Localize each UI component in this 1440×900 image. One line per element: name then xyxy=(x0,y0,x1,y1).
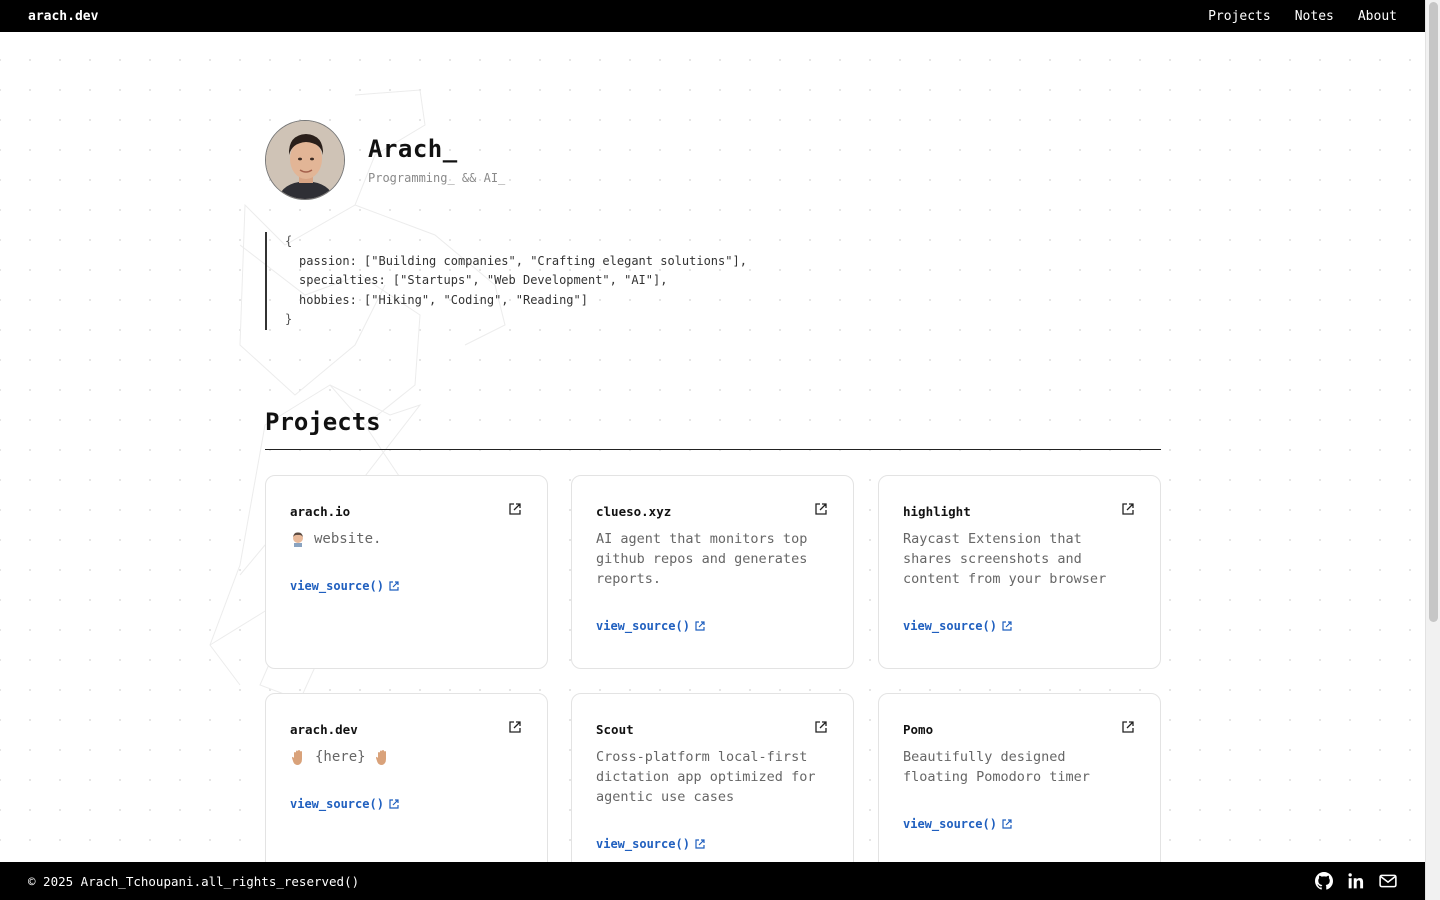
nav-link-projects[interactable]: Projects xyxy=(1208,9,1271,24)
external-link-icon xyxy=(1002,819,1012,829)
scrollbar-thumb[interactable] xyxy=(1429,2,1438,622)
avatar-portrait-icon xyxy=(266,121,344,199)
external-link-icon[interactable] xyxy=(815,721,827,733)
project-title[interactable]: Scout xyxy=(596,722,634,737)
external-link-icon[interactable] xyxy=(1122,503,1134,515)
view-source-label: view_source() xyxy=(290,579,384,593)
external-link-icon xyxy=(389,581,399,591)
project-card-arach-io[interactable]: arach.io website. view_source() xyxy=(265,475,548,669)
raised-hand-icon xyxy=(375,749,386,765)
copyright-text: © 2025 Arach_Tchoupani.all_rights_reserv… xyxy=(28,873,360,889)
view-source-link[interactable]: view_source() xyxy=(596,837,705,851)
nav-links: Projects Notes About xyxy=(1208,9,1397,24)
code-open-brace: { xyxy=(285,234,293,248)
github-icon[interactable] xyxy=(1315,872,1333,890)
external-link-icon[interactable] xyxy=(1122,721,1134,733)
profile-tagline: Programming_ && AI_ xyxy=(368,171,506,185)
project-description: Cross-platform local-first dictation app… xyxy=(596,749,816,805)
code-line-hobbies: hobbies: ["Hiking", "Coding", "Reading"] xyxy=(299,292,588,307)
view-source-label: view_source() xyxy=(903,619,997,633)
avatar xyxy=(265,120,345,200)
code-line-specialties: specialties: ["Startups", "Web Developme… xyxy=(299,273,668,287)
project-title[interactable]: clueso.xyz xyxy=(596,504,671,519)
project-description: website. xyxy=(314,531,382,547)
profile-header: Arach_ Programming_ && AI_ xyxy=(265,120,505,200)
external-link-icon xyxy=(1002,621,1012,631)
view-source-link[interactable]: view_source() xyxy=(903,817,1012,831)
site-logo[interactable]: arach.dev xyxy=(28,9,98,24)
social-links xyxy=(1315,872,1397,890)
external-link-icon xyxy=(695,839,705,849)
profile-name: Arach_ xyxy=(368,135,458,163)
view-source-label: view_source() xyxy=(596,619,690,633)
person-avatar-icon xyxy=(293,532,303,547)
project-description: Raycast Extension that shares screenshot… xyxy=(903,531,1107,587)
page-scrollbar[interactable] xyxy=(1425,0,1440,900)
project-title[interactable]: arach.dev xyxy=(290,722,358,737)
view-source-label: view_source() xyxy=(596,837,690,851)
external-link-icon xyxy=(389,799,399,809)
external-link-icon xyxy=(695,621,705,631)
top-navbar: arach.dev Projects Notes About xyxy=(0,0,1425,32)
nav-link-notes[interactable]: Notes xyxy=(1295,9,1334,24)
view-source-link[interactable]: view_source() xyxy=(903,619,1012,633)
view-source-label: view_source() xyxy=(903,817,997,831)
site-footer: © 2025 Arach_Tchoupani.all_rights_reserv… xyxy=(0,862,1425,900)
project-title[interactable]: arach.io xyxy=(290,504,350,519)
about-code-block: { passion: ["Building companies", "Craft… xyxy=(265,232,785,330)
project-description: Beautifully designed floating Pomodoro t… xyxy=(903,749,1090,785)
profile-text: Arach_ Programming_ && AI_ xyxy=(368,135,505,185)
project-description: {here} xyxy=(315,749,366,765)
external-link-icon[interactable] xyxy=(815,503,827,515)
view-source-link[interactable]: view_source() xyxy=(596,619,705,633)
project-title[interactable]: Pomo xyxy=(903,722,933,737)
project-card-clueso[interactable]: clueso.xyz AI agent that monitors top gi… xyxy=(571,475,854,669)
project-description: AI agent that monitors top github repos … xyxy=(596,531,808,587)
view-source-link[interactable]: view_source() xyxy=(290,579,399,593)
mail-icon[interactable] xyxy=(1379,872,1397,890)
view-source-link[interactable]: view_source() xyxy=(290,797,399,811)
view-source-label: view_source() xyxy=(290,797,384,811)
projects-divider xyxy=(265,449,1161,450)
external-link-icon[interactable] xyxy=(509,721,521,733)
code-line-passion: passion: ["Building companies", "Craftin… xyxy=(299,253,747,268)
linkedin-icon[interactable] xyxy=(1347,872,1365,890)
raised-hand-icon xyxy=(292,749,302,765)
code-close-brace: } xyxy=(285,312,293,326)
external-link-icon[interactable] xyxy=(509,503,521,515)
project-card-highlight[interactable]: highlight Raycast Extension that shares … xyxy=(878,475,1161,669)
nav-link-about[interactable]: About xyxy=(1358,9,1397,24)
projects-heading: Projects xyxy=(265,408,381,436)
project-title[interactable]: highlight xyxy=(903,504,971,519)
